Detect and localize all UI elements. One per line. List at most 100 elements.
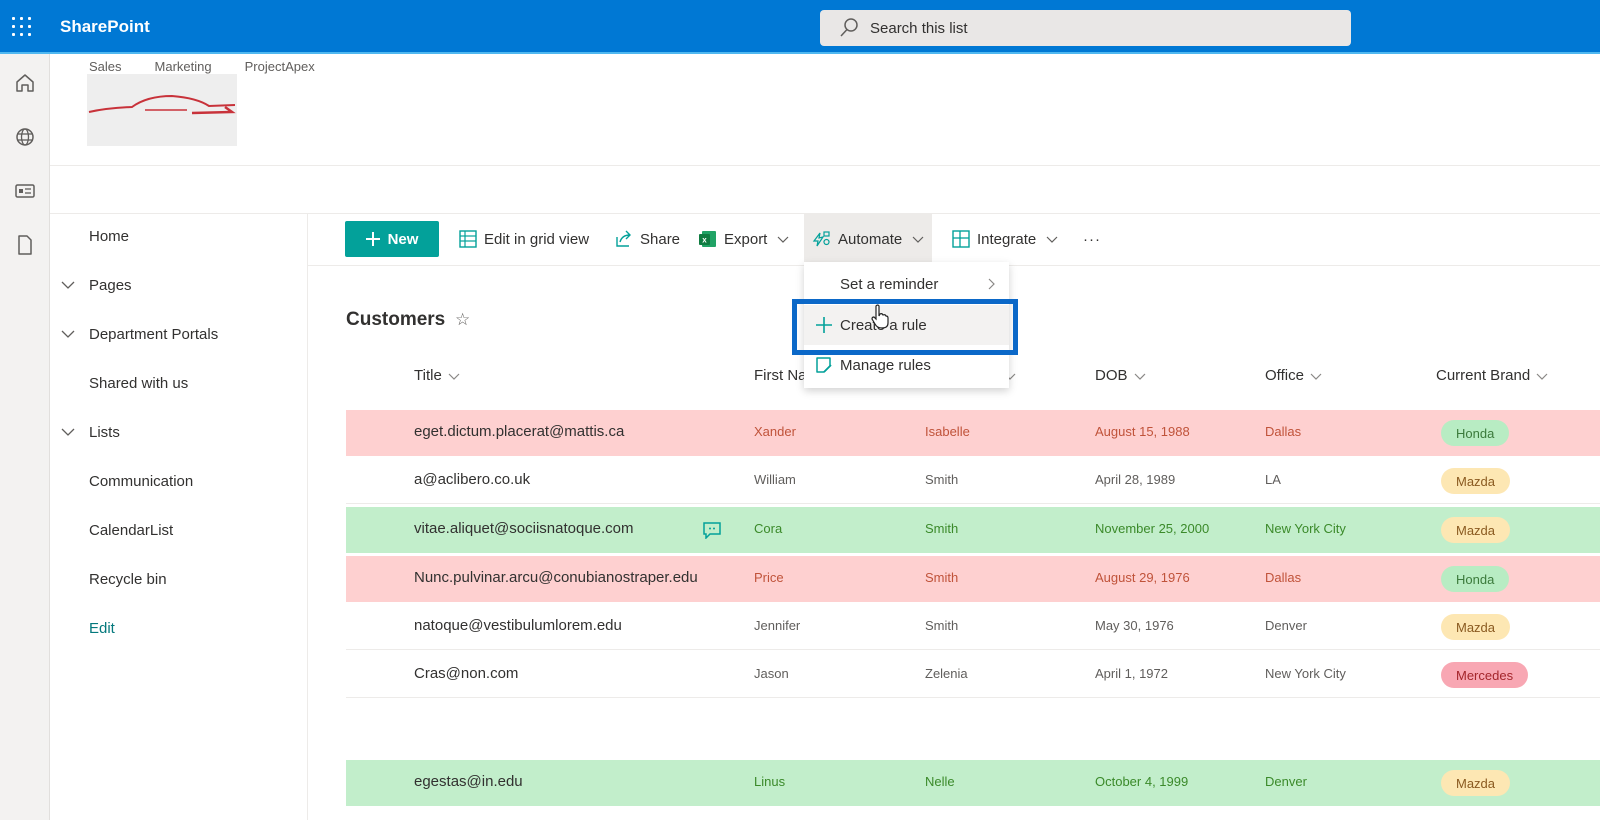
- hub-link-sales[interactable]: Sales: [89, 59, 122, 74]
- cell-title[interactable]: eget.dictum.placerat@mattis.ca: [414, 423, 624, 440]
- cell-dob: August 15, 1988: [1095, 424, 1190, 439]
- chevron-down-icon[interactable]: [60, 277, 76, 293]
- cell-last-name: Smith: [925, 472, 959, 487]
- chevron-down-icon: [1536, 373, 1548, 380]
- brand-pill: Mazda: [1441, 468, 1511, 494]
- plus-icon: [816, 317, 832, 333]
- left-navigation: Home Pages Department Portals Shared wit…: [50, 214, 308, 820]
- cell-office: Denver: [1265, 774, 1307, 789]
- column-header-title[interactable]: Title: [414, 367, 460, 384]
- export-button[interactable]: x Export: [698, 214, 789, 264]
- share-button[interactable]: Share: [614, 214, 680, 264]
- cell-last-name: Zelenia: [925, 666, 968, 681]
- search-icon: [840, 18, 858, 37]
- favorite-star-icon[interactable]: ☆: [455, 310, 470, 330]
- globe-icon[interactable]: [13, 125, 37, 149]
- hub-link-projectapex[interactable]: ProjectApex: [245, 59, 315, 74]
- automate-menu: Set a reminder Create a rule Manage rule…: [804, 262, 1009, 388]
- cell-first-name: Linus: [754, 774, 786, 789]
- command-bar: New Edit in grid view Share x Export Aut…: [308, 214, 1600, 266]
- cell-last-name: Smith: [925, 618, 959, 633]
- cell-dob: October 4, 1999: [1095, 774, 1189, 789]
- column-header-dob[interactable]: DOB: [1095, 367, 1146, 384]
- nav-item-home[interactable]: Home: [50, 216, 308, 256]
- table-row[interactable]: eget.dictum.placerat@mattis.ca Xander Isab…: [346, 410, 1600, 456]
- more-options-button[interactable]: ···: [1083, 214, 1101, 264]
- brand-pill: Honda: [1441, 566, 1510, 592]
- cell-dob: April 28, 1989: [1095, 472, 1176, 487]
- chevron-down-icon: [912, 236, 924, 243]
- cell-first-name: Xander: [754, 424, 796, 439]
- nav-item-calendarlist[interactable]: CalendarList: [50, 510, 308, 550]
- hub-link-marketing[interactable]: Marketing: [155, 59, 212, 74]
- cell-office: Dallas: [1265, 570, 1302, 585]
- column-header-office[interactable]: Office: [1265, 367, 1322, 384]
- cell-title[interactable]: vitae.aliquet@sociisnatoque.com: [414, 520, 634, 537]
- table-row[interactable]: natoque@vestibulumlorem.edu Jennifer Smith…: [346, 604, 1600, 650]
- hand-cursor-icon: [871, 304, 889, 329]
- manage-rules-icon: [816, 357, 832, 373]
- list-title: Customers: [346, 309, 446, 330]
- cell-first-name: Jennifer: [754, 618, 801, 633]
- integrate-button[interactable]: Integrate: [951, 214, 1058, 264]
- comment-icon[interactable]: [702, 521, 722, 539]
- table-row[interactable]: a@aclibero.co.uk William Smith April 28, 19…: [346, 458, 1600, 504]
- cell-dob: November 25, 2000: [1095, 521, 1210, 536]
- brand-pill: Mazda: [1441, 517, 1511, 543]
- cell-office: LA: [1265, 472, 1281, 487]
- search-input[interactable]: Search this list: [870, 20, 968, 37]
- chevron-right-icon: [988, 278, 995, 290]
- cell-first-name: Jason: [754, 666, 789, 681]
- cell-title[interactable]: Cras@non.com: [414, 665, 518, 682]
- table-row[interactable]: Nunc.pulvinar.arcu@conubianostraper.edu P…: [346, 556, 1600, 602]
- cell-title[interactable]: natoque@vestibulumlorem.edu: [414, 617, 622, 634]
- automate-icon: [812, 231, 830, 247]
- site-logo[interactable]: [87, 74, 237, 146]
- brand-pill: Mazda: [1441, 614, 1511, 640]
- nav-item-department-portals[interactable]: Department Portals: [50, 314, 308, 354]
- menu-item-manage-rules[interactable]: Manage rules: [804, 345, 1009, 385]
- chevron-down-icon[interactable]: [60, 424, 76, 440]
- automate-button[interactable]: Automate: [804, 214, 933, 264]
- menu-item-set-reminder[interactable]: Set a reminder: [804, 264, 1009, 304]
- nav-item-pages[interactable]: Pages: [50, 265, 308, 305]
- menu-item-create-rule[interactable]: Create a rule: [804, 305, 1009, 345]
- cell-office: Dallas: [1265, 424, 1302, 439]
- home-icon[interactable]: [13, 71, 37, 95]
- cell-title[interactable]: a@aclibero.co.uk: [414, 471, 530, 488]
- column-header-current-brand[interactable]: Current Brand: [1436, 367, 1548, 384]
- app-launcher-icon[interactable]: [12, 17, 32, 37]
- search-box[interactable]: Search this list: [820, 10, 1351, 46]
- table-row[interactable]: Cras@non.com Jason Zelenia April 1, 1972 New…: [346, 652, 1600, 698]
- svg-text:x: x: [702, 236, 707, 245]
- plus-icon: [365, 232, 380, 246]
- cell-title[interactable]: egestas@in.edu: [414, 773, 523, 790]
- new-button[interactable]: New: [345, 221, 439, 257]
- document-icon[interactable]: [13, 233, 37, 257]
- chevron-down-icon[interactable]: [60, 326, 76, 342]
- nav-item-lists[interactable]: Lists: [50, 412, 308, 452]
- integrate-icon: [952, 230, 970, 248]
- news-icon[interactable]: [13, 179, 37, 203]
- hub-navigation: Sales Marketing ProjectApex: [89, 59, 348, 74]
- table-row[interactable]: egestas@in.edu Linus Nelle October 4, 1999 D…: [346, 760, 1600, 806]
- table-row[interactable]: vitae.aliquet@sociisnatoque.com Cora Smith…: [346, 507, 1600, 553]
- chevron-down-icon: [777, 236, 789, 243]
- chevron-down-icon: [1046, 236, 1058, 243]
- cell-first-name: William: [754, 472, 796, 487]
- cell-last-name: Nelle: [925, 774, 955, 789]
- nav-edit-link[interactable]: Edit: [50, 608, 308, 648]
- cell-dob: April 1, 1972: [1095, 666, 1168, 681]
- nav-item-communication[interactable]: Communication: [50, 461, 308, 501]
- suite-bar: SharePoint Search this list: [0, 0, 1600, 54]
- cell-dob: August 29, 1976: [1095, 570, 1190, 585]
- app-name[interactable]: SharePoint: [60, 17, 150, 37]
- cell-title[interactable]: Nunc.pulvinar.arcu@conubianostraper.edu: [414, 569, 698, 586]
- nav-item-recycle-bin[interactable]: Recycle bin: [50, 559, 308, 599]
- nav-item-shared-with-us[interactable]: Shared with us: [50, 363, 308, 403]
- cell-last-name: Smith: [925, 570, 959, 585]
- share-icon: [616, 230, 631, 247]
- left-app-rail: [0, 54, 50, 820]
- edit-grid-view-button[interactable]: Edit in grid view: [458, 214, 589, 264]
- cell-office: New York City: [1265, 666, 1346, 681]
